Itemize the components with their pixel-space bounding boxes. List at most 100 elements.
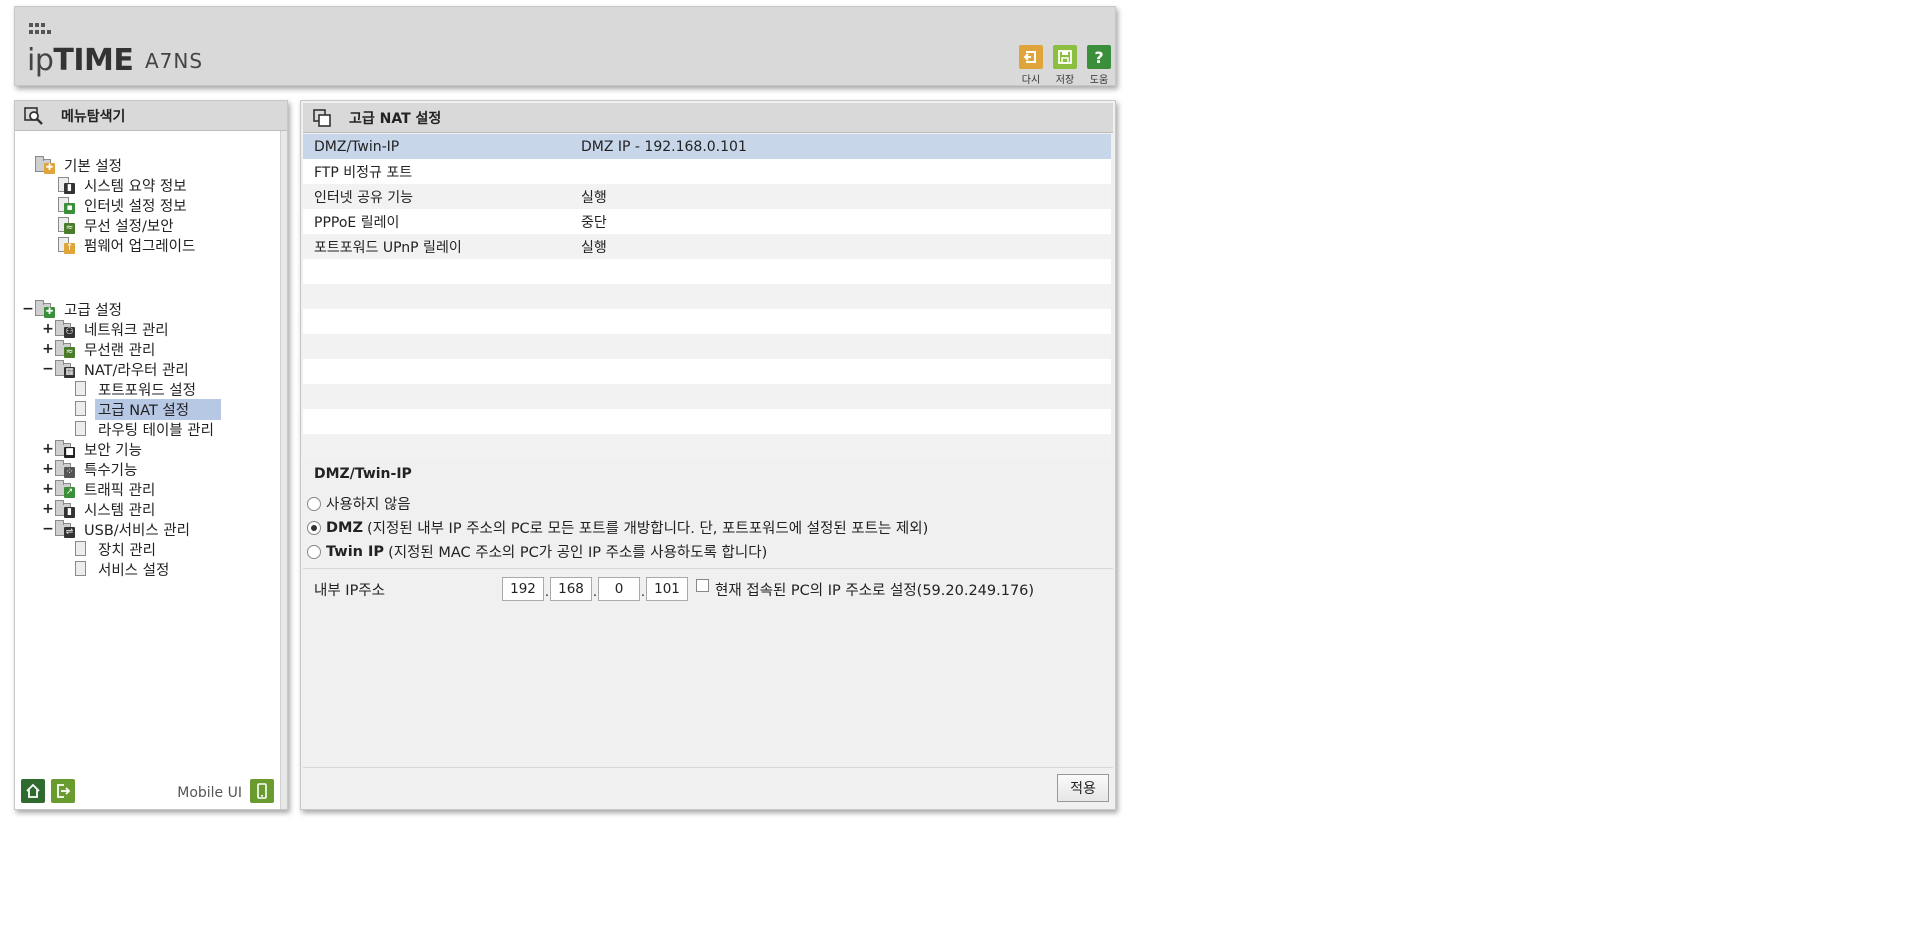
use-current-pc-ip-checkbox[interactable] <box>696 578 709 592</box>
tree-firmware-upgrade[interactable]: ↑ 펌웨어 업그레이드 <box>55 235 198 255</box>
tree-network-management[interactable]: + ⚇ 네트워크 관리 <box>41 319 172 339</box>
menu-tree: ✚ 기본 설정 ▮ 시스템 요약 정보 ▪ 인터넷 설정 정보 ≈ 무선 설정/… <box>15 131 281 809</box>
help-button[interactable]: ? 도움 <box>1086 45 1112 86</box>
empty-row <box>303 259 1111 284</box>
ip-octet-4[interactable] <box>646 577 688 601</box>
window-icon <box>311 108 333 128</box>
wifi-page-icon: ≈ <box>55 216 77 234</box>
logout-button[interactable] <box>51 779 75 803</box>
tree-label: 기본 설정 <box>64 158 122 175</box>
tree-nat-router[interactable]: − ▦ NAT/라우터 관리 <box>41 359 192 379</box>
logo-dots-icon <box>29 23 51 34</box>
radio-twin-description: (지정된 MAC 주소의 PC가 공인 IP 주소를 사용하도록 합니다) <box>388 545 768 561</box>
radio-disable-row: 사용하지 않음 <box>307 493 411 514</box>
radio-twin-row: Twin IP (지정된 MAC 주소의 PC가 공인 IP 주소를 사용하도록… <box>307 541 767 562</box>
tree-advanced-nat[interactable]: 고급 NAT 설정 <box>75 398 222 420</box>
tree-advanced-settings[interactable]: − ✚ 고급 설정 <box>21 299 125 319</box>
expand-toggle[interactable]: + <box>41 441 55 457</box>
status-key: 인터넷 공유 기능 <box>314 189 414 206</box>
tree-label: 포트포워드 설정 <box>98 382 196 399</box>
status-row-upnp[interactable]: 포트포워드 UPnP 릴레이 실행 <box>303 234 1111 259</box>
tree-system-summary[interactable]: ▮ 시스템 요약 정보 <box>55 175 190 195</box>
collapse-toggle[interactable]: − <box>21 301 35 317</box>
tree-label: 보안 기능 <box>84 442 142 459</box>
tree-label: NAT/라우터 관리 <box>84 362 189 379</box>
tree-port-forward[interactable]: 포트포워드 설정 <box>75 379 199 399</box>
help-icon: ? <box>1087 45 1111 69</box>
save-icon <box>1053 45 1077 69</box>
system-folder-icon: ▮ <box>55 500 77 518</box>
apply-button[interactable]: 적용 <box>1057 774 1109 802</box>
tree-security[interactable]: + ■ 보안 기능 <box>41 439 145 459</box>
tree-basic-settings[interactable]: ✚ 기본 설정 <box>35 155 125 175</box>
page-title: 고급 NAT 설정 <box>349 110 442 127</box>
mobile-ui-button[interactable] <box>250 779 274 803</box>
use-current-pc-ip-label[interactable]: 현재 접속된 PC의 IP 주소로 설정(59.20.249.176) <box>715 579 1034 600</box>
radio-dmz-row: DMZ (지정된 내부 IP 주소의 PC로 모든 포트를 개방합니다. 단, … <box>307 517 928 538</box>
empty-row <box>303 359 1111 384</box>
save-label: 저장 <box>1055 75 1075 86</box>
tree-special-features[interactable]: + ⁘ 특수기능 <box>41 459 140 479</box>
mobile-ui-link[interactable]: Mobile UI <box>177 785 242 801</box>
tree-label: 네트워크 관리 <box>84 322 169 339</box>
save-button[interactable]: 저장 <box>1052 45 1078 86</box>
page-icon <box>75 400 91 418</box>
divider <box>303 568 1113 569</box>
traffic-folder-icon: ↗ <box>55 480 77 498</box>
collapse-toggle[interactable]: − <box>41 361 55 377</box>
tree-device-management[interactable]: 장치 관리 <box>75 539 159 559</box>
menu-explorer-panel: 메뉴탐색기 ✚ 기본 설정 ▮ 시스템 요약 정보 ▪ 인터넷 설정 정보 ≈ … <box>14 100 288 810</box>
empty-row <box>303 434 1111 459</box>
tree-label: 시스템 관리 <box>84 502 156 519</box>
tree-label: 시스템 요약 정보 <box>84 178 187 195</box>
home-icon <box>26 783 40 798</box>
page-icon <box>75 540 91 558</box>
tree-label: 고급 설정 <box>64 302 122 319</box>
empty-row <box>303 284 1111 309</box>
tree-traffic-management[interactable]: + ↗ 트래픽 관리 <box>41 479 158 499</box>
status-key: 포트포워드 UPnP 릴레이 <box>314 239 462 256</box>
radio-twin-label[interactable]: Twin IP <box>326 544 384 560</box>
tree-label: 고급 NAT 설정 <box>95 398 222 420</box>
tree-usb-service[interactable]: − ⇌ USB/서비스 관리 <box>41 519 193 539</box>
expand-toggle[interactable]: + <box>41 321 55 337</box>
tree-wlan-management[interactable]: + ≈ 무선랜 관리 <box>41 339 158 359</box>
undo-icon <box>1019 45 1043 69</box>
ip-octet-1[interactable] <box>502 577 544 601</box>
radio-dmz[interactable] <box>307 520 321 535</box>
undo-button[interactable]: 다시 <box>1018 45 1044 86</box>
ip-octet-3[interactable] <box>598 577 640 601</box>
empty-row <box>303 309 1111 334</box>
expand-toggle[interactable]: + <box>41 341 55 357</box>
status-value: DMZ IP - 192.168.0.101 <box>581 138 747 155</box>
tree-wireless-security[interactable]: ≈ 무선 설정/보안 <box>55 215 177 235</box>
ip-octet-2[interactable] <box>550 577 592 601</box>
expand-toggle[interactable]: + <box>41 461 55 477</box>
radio-twin-ip[interactable] <box>307 544 321 559</box>
tree-internet-info[interactable]: ▪ 인터넷 설정 정보 <box>55 195 190 215</box>
radio-disable-label[interactable]: 사용하지 않음 <box>326 493 411 514</box>
wifi-folder-icon: ≈ <box>55 340 77 358</box>
tree-label: 인터넷 설정 정보 <box>84 198 187 215</box>
empty-row <box>303 334 1111 359</box>
radio-dmz-label[interactable]: DMZ <box>326 520 363 536</box>
tree-label: 무선랜 관리 <box>84 342 156 359</box>
status-row-ftp[interactable]: FTP 비정규 포트 <box>303 159 1111 184</box>
page-icon <box>75 560 91 578</box>
sidebar-scrollbar[interactable] <box>281 131 287 809</box>
tree-service-settings[interactable]: 서비스 설정 <box>75 559 172 579</box>
status-row-sharing[interactable]: 인터넷 공유 기능 실행 <box>303 184 1111 209</box>
status-key: PPPoE 릴레이 <box>314 214 400 231</box>
tree-system-management[interactable]: + ▮ 시스템 관리 <box>41 499 158 519</box>
home-button[interactable] <box>21 779 45 803</box>
collapse-toggle[interactable]: − <box>41 521 55 537</box>
upgrade-page-icon: ↑ <box>55 236 77 254</box>
status-row-pppoe[interactable]: PPPoE 릴레이 중단 <box>303 209 1111 234</box>
expand-toggle[interactable]: + <box>41 481 55 497</box>
expand-toggle[interactable]: + <box>41 501 55 517</box>
internal-ip-label: 내부 IP주소 <box>314 582 385 599</box>
status-row-dmz[interactable]: DMZ/Twin-IP DMZ IP - 192.168.0.101 <box>303 134 1111 159</box>
tree-routing-table[interactable]: 라우팅 테이블 관리 <box>75 419 217 439</box>
radio-disable[interactable] <box>307 496 321 511</box>
phone-icon <box>257 783 267 799</box>
